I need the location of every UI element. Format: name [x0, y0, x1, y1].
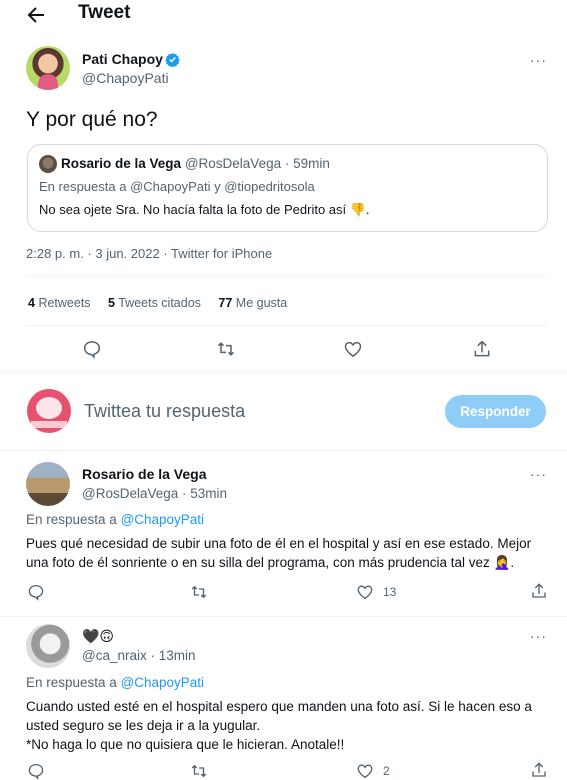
tweet-stats: 4 Retweets 5 Tweets citados 77 Me gusta — [28, 296, 287, 310]
reply-text-line: *No haga lo que no quisiera que le hicie… — [26, 737, 345, 752]
more-options-icon[interactable]: ··· — [530, 628, 547, 644]
like-icon[interactable] — [343, 339, 363, 359]
reply-context: En respuesta a @ChapoyPati — [26, 675, 204, 690]
likes-label[interactable]: Me gusta — [236, 296, 287, 310]
author-handle[interactable]: @ChapoyPati — [82, 70, 169, 86]
quote-text: No sea ojete Sra. No hacía falta la foto… — [39, 202, 370, 217]
page-title: Tweet — [78, 2, 131, 23]
reply-avatar[interactable] — [26, 624, 70, 668]
header-bar: Tweet — [0, 0, 567, 30]
divider — [26, 276, 547, 277]
quote-author-avatar — [39, 155, 57, 173]
reply-time[interactable]: · 13min — [151, 648, 196, 663]
quote-reply-users: @ChapoyPati y @tiopedritosola — [130, 179, 315, 194]
retweet-icon[interactable] — [190, 762, 208, 780]
more-options-icon[interactable]: ··· — [530, 466, 547, 482]
reply-time[interactable]: · 53min — [182, 486, 227, 501]
reply-author-meta: @RosDelaVega · 53min — [82, 486, 227, 501]
reply-prefix: En respuesta a — [26, 675, 121, 690]
quotes-count[interactable]: 5 — [108, 296, 115, 310]
reply-text: Cuando usted esté en el hospital espero … — [26, 699, 532, 733]
more-options-icon[interactable]: ··· — [530, 52, 547, 68]
verified-badge-icon — [165, 52, 180, 67]
tweet-timestamp[interactable]: 2:28 p. m. · 3 jun. 2022 · Twitter for i… — [26, 246, 272, 261]
share-icon[interactable] — [530, 582, 548, 600]
author-name[interactable]: Pati Chapoy — [82, 51, 163, 67]
like-icon[interactable] — [356, 583, 374, 601]
quote-header: Rosario de la Vega @RosDelaVega · 59min — [61, 156, 330, 171]
retweet-icon[interactable] — [216, 339, 236, 359]
reply-author-name[interactable]: Rosario de la Vega — [82, 466, 207, 482]
reply-author-name[interactable]: 🖤🙃 — [82, 628, 114, 645]
share-icon[interactable] — [472, 339, 492, 359]
reply-context: En respuesta a @ChapoyPati — [26, 512, 204, 527]
tweet-text: Y por qué no? — [26, 108, 158, 131]
reply-to-link[interactable]: @ChapoyPati — [121, 512, 205, 527]
quote-author-handle: @RosDelaVega — [184, 156, 282, 171]
reply-icon[interactable] — [27, 762, 45, 780]
divider — [0, 616, 567, 617]
reply-text: Pues qué necesidad de subir una foto de … — [26, 536, 532, 570]
reply-icon[interactable] — [82, 339, 102, 359]
retweets-count[interactable]: 4 — [28, 296, 35, 310]
reply-author-meta: @ca_nraix · 13min — [82, 648, 196, 663]
reply-input[interactable]: Twittea tu respuesta — [84, 401, 245, 422]
like-count: 13 — [383, 585, 397, 599]
back-arrow-icon[interactable] — [24, 3, 48, 27]
reply-button[interactable]: Responder — [445, 395, 546, 428]
reply-author-handle[interactable]: @RosDelaVega — [82, 486, 178, 501]
retweets-label[interactable]: Retweets — [38, 296, 90, 310]
share-icon[interactable] — [530, 761, 548, 779]
retweet-icon[interactable] — [190, 583, 208, 601]
reply-author-handle[interactable]: @ca_nraix — [82, 648, 147, 663]
likes-count[interactable]: 77 — [218, 296, 232, 310]
quoted-tweet[interactable]: Rosario de la Vega @RosDelaVega · 59min … — [27, 144, 548, 232]
divider — [0, 372, 567, 373]
divider — [26, 325, 547, 326]
quote-reply-context: En respuesta a @ChapoyPati y @tiopedrito… — [39, 179, 315, 194]
like-icon[interactable] — [356, 762, 374, 780]
reply-avatar[interactable] — [26, 462, 70, 506]
quotes-label[interactable]: Tweets citados — [118, 296, 201, 310]
like-count: 2 — [383, 764, 390, 778]
author-avatar[interactable] — [26, 46, 70, 90]
reply-prefix: En respuesta a — [26, 512, 121, 527]
quote-author-name: Rosario de la Vega — [61, 156, 182, 171]
reply-icon[interactable] — [27, 583, 45, 601]
reply-to-link[interactable]: @ChapoyPati — [121, 675, 205, 690]
quote-time: · 59min — [284, 156, 330, 171]
quote-reply-prefix: En respuesta a — [39, 179, 131, 194]
divider — [0, 450, 567, 451]
current-user-avatar[interactable] — [27, 389, 71, 433]
